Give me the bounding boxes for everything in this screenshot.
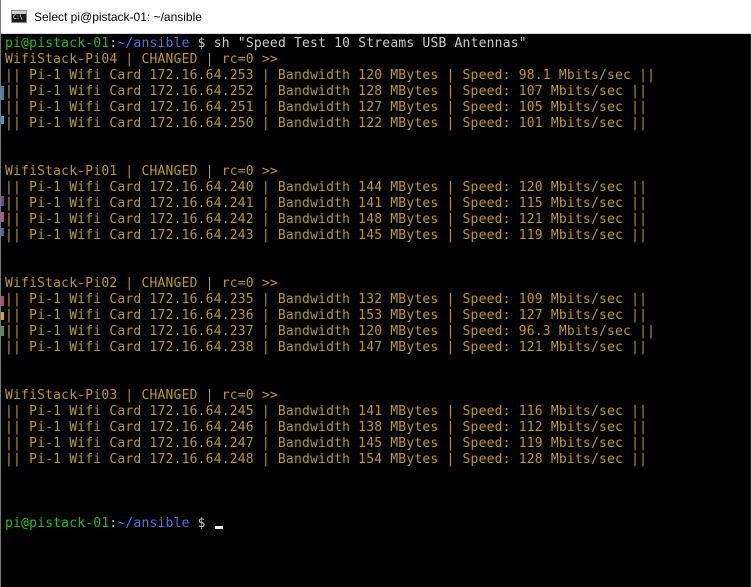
background-sliver xyxy=(1,116,4,124)
prompt-path: ~/ansible xyxy=(117,36,190,51)
prompt-symbol: $ xyxy=(189,516,214,531)
result-line: || Pi-1 Wifi Card 172.16.64.250 | Bandwi… xyxy=(5,116,648,131)
result-line: || Pi-1 Wifi Card 172.16.64.252 | Bandwi… xyxy=(5,84,648,99)
result-line: || Pi-1 Wifi Card 172.16.64.245 | Bandwi… xyxy=(5,404,648,419)
result-line: || Pi-1 Wifi Card 172.16.64.242 | Bandwi… xyxy=(5,212,648,227)
text-cursor xyxy=(214,526,223,529)
result-line: || Pi-1 Wifi Card 172.16.64.243 | Bandwi… xyxy=(5,228,648,243)
host-header: WifiStack-Pi01 | CHANGED | rc=0 >> xyxy=(5,164,278,179)
prompt-user-host: pi@pistack-01 xyxy=(5,36,110,51)
background-sliver xyxy=(1,296,4,306)
host-header: WifiStack-Pi02 | CHANGED | rc=0 >> xyxy=(5,276,278,291)
window-title: Select pi@pistack-01: ~/ansible xyxy=(34,10,202,24)
background-sliver xyxy=(1,86,4,100)
result-line: || Pi-1 Wifi Card 172.16.64.251 | Bandwi… xyxy=(5,100,648,115)
prompt-user-host: pi@pistack-01 xyxy=(5,516,110,531)
result-line: || Pi-1 Wifi Card 172.16.64.235 | Bandwi… xyxy=(5,292,648,307)
result-line: || Pi-1 Wifi Card 172.16.64.241 | Bandwi… xyxy=(5,196,648,211)
background-sliver xyxy=(1,326,4,336)
result-line: || Pi-1 Wifi Card 172.16.64.240 | Bandwi… xyxy=(5,180,648,195)
terminal-window: C:\ Select pi@pistack-01: ~/ansible pi@p… xyxy=(0,0,751,587)
console-icon: C:\ xyxy=(11,10,27,23)
result-line: || Pi-1 Wifi Card 172.16.64.237 | Bandwi… xyxy=(5,324,656,339)
prompt-symbol: $ xyxy=(189,36,206,51)
background-sliver xyxy=(1,312,4,320)
result-line: || Pi-1 Wifi Card 172.16.64.238 | Bandwi… xyxy=(5,340,648,355)
host-header: WifiStack-Pi04 | CHANGED | rc=0 >> xyxy=(5,52,278,67)
background-sliver xyxy=(1,196,4,206)
result-line: || Pi-1 Wifi Card 172.16.64.248 | Bandwi… xyxy=(5,452,648,467)
title-bar[interactable]: C:\ Select pi@pistack-01: ~/ansible xyxy=(1,0,751,34)
result-line: || Pi-1 Wifi Card 172.16.64.246 | Bandwi… xyxy=(5,420,648,435)
result-line: || Pi-1 Wifi Card 172.16.64.247 | Bandwi… xyxy=(5,436,648,451)
background-sliver xyxy=(1,212,4,222)
result-line: || Pi-1 Wifi Card 172.16.64.236 | Bandwi… xyxy=(5,308,648,323)
prompt-path: ~/ansible xyxy=(117,516,190,531)
background-sliver xyxy=(1,228,4,236)
command-line: pi@pistack-01:~/ansible $ sh "Speed Test… xyxy=(5,36,527,51)
result-line: || Pi-1 Wifi Card 172.16.64.253 | Bandwi… xyxy=(5,68,656,83)
final-prompt-line[interactable]: pi@pistack-01:~/ansible $ xyxy=(5,516,750,532)
terminal-output[interactable]: pi@pistack-01:~/ansible $ sh "Speed Test… xyxy=(5,36,750,584)
command-text: sh "Speed Test 10 Streams USB Antennas" xyxy=(205,36,527,51)
host-header: WifiStack-Pi03 | CHANGED | rc=0 >> xyxy=(5,388,278,403)
